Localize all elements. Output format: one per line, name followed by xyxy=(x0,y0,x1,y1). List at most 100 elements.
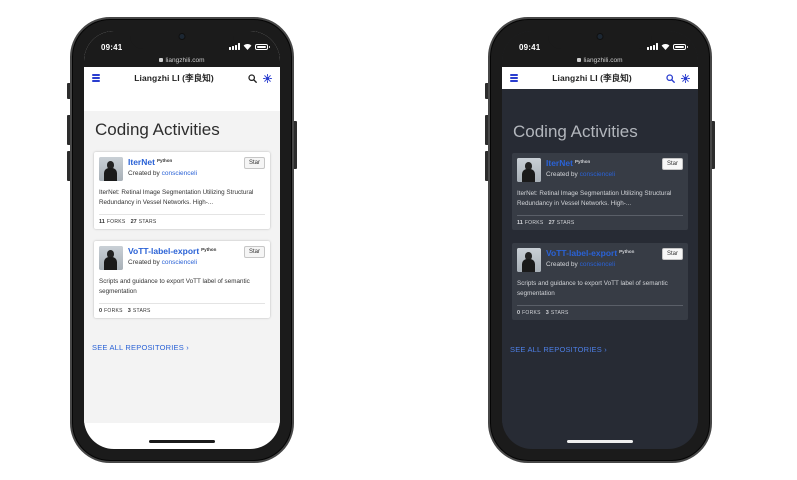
forks-count: 11 xyxy=(517,220,523,226)
camera-icon xyxy=(179,34,185,39)
navbar-actions xyxy=(248,73,272,83)
forks-count: 11 xyxy=(99,219,105,225)
status-time: 09:41 xyxy=(101,43,123,52)
phone-light-theme: 09:41 liangzhili.com Liangzhi LI (李良知) C… xyxy=(67,17,297,463)
site-title[interactable]: Liangzhi LI (李良知) xyxy=(552,72,632,84)
divider xyxy=(517,305,683,306)
created-by-label: Created by xyxy=(546,261,580,268)
navbar-actions xyxy=(666,73,690,83)
site-navbar: Liangzhi LI (李良知) xyxy=(84,67,280,89)
repo-name-link[interactable]: IterNet xyxy=(128,157,155,167)
stars-label: STARS xyxy=(132,308,151,314)
lock-icon xyxy=(577,58,582,62)
page-content: Coding Activities IterNet Python Created… xyxy=(84,89,280,449)
created-by-label: Created by xyxy=(546,171,580,178)
see-all-repositories-link[interactable]: SEE ALL REPOSITORIES › xyxy=(510,345,607,354)
top-strip xyxy=(502,89,698,111)
stars-label: STARS xyxy=(556,220,575,226)
repo-stats: 11 FORKS 27 STARS xyxy=(99,219,265,225)
hamburger-icon[interactable] xyxy=(92,74,100,82)
repo-card[interactable]: VoTT-label-export Python Created by cons… xyxy=(512,243,688,320)
repo-name-link[interactable]: VoTT-label-export xyxy=(128,246,199,256)
repo-stats: 0 FORKS 3 STARS xyxy=(99,308,265,314)
star-button[interactable]: Star xyxy=(243,246,265,258)
phone-screen: 09:41 liangzhili.com Liangzhi LI (李良知) C… xyxy=(502,31,698,449)
created-by-line: Created by conscienceli xyxy=(128,259,265,266)
battery-icon xyxy=(673,43,688,50)
phone-screen: 09:41 liangzhili.com Liangzhi LI (李良知) C… xyxy=(84,31,280,449)
site-navbar: Liangzhi LI (李良知) xyxy=(502,67,698,89)
url-text: liangzhili.com xyxy=(583,57,623,64)
repo-card[interactable]: IterNet Python Created by conscienceli S… xyxy=(94,152,270,229)
stars-count: 3 xyxy=(545,310,549,316)
stars-label: STARS xyxy=(550,310,569,316)
stars-stat: 3 STARS xyxy=(546,310,569,316)
see-all-repositories-link[interactable]: SEE ALL REPOSITORIES › xyxy=(92,343,189,352)
repo-stats: 0 FORKS 3 STARS xyxy=(517,310,683,316)
repo-language: Python xyxy=(619,249,635,254)
repo-stats: 11 FORKS 27 STARS xyxy=(517,220,683,226)
hamburger-icon[interactable] xyxy=(510,74,518,82)
top-strip xyxy=(84,89,280,111)
owner-avatar[interactable] xyxy=(517,248,541,272)
divider xyxy=(517,215,683,216)
camera-icon xyxy=(597,34,603,39)
forks-label: FORKS xyxy=(106,219,126,225)
owner-link[interactable]: conscienceli xyxy=(162,259,197,266)
stars-label: STARS xyxy=(138,219,157,225)
home-indicator[interactable] xyxy=(567,440,633,443)
star-button[interactable]: Star xyxy=(661,248,683,260)
url-text: liangzhili.com xyxy=(165,57,205,64)
owner-link[interactable]: conscienceli xyxy=(580,261,615,268)
owner-link[interactable]: conscienceli xyxy=(580,171,615,178)
owner-avatar[interactable] xyxy=(99,157,123,181)
owner-avatar[interactable] xyxy=(517,158,541,182)
forks-label: FORKS xyxy=(104,308,123,314)
home-indicator[interactable] xyxy=(149,440,215,443)
stars-count: 3 xyxy=(127,308,131,314)
created-by-line: Created by conscienceli xyxy=(546,261,683,268)
created-by-line: Created by conscienceli xyxy=(546,171,683,178)
search-icon[interactable] xyxy=(666,73,675,83)
repo-name-link[interactable]: IterNet xyxy=(546,158,573,168)
repo-language: Python xyxy=(201,247,217,252)
page-content: Coding Activities IterNet Python Created… xyxy=(502,89,698,449)
repo-card[interactable]: VoTT-label-export Python Created by cons… xyxy=(94,241,270,318)
repo-language: Python xyxy=(574,159,591,164)
phone-frame: 09:41 liangzhili.com Liangzhi LI (李良知) C… xyxy=(488,17,712,463)
stars-count: 27 xyxy=(548,220,555,226)
repo-card-header: IterNet Python Created by conscienceli S… xyxy=(517,158,683,182)
search-icon[interactable] xyxy=(248,73,257,83)
repo-card-header: VoTT-label-export Python Created by cons… xyxy=(517,248,683,272)
theme-toggle-icon[interactable] xyxy=(681,73,690,83)
star-button[interactable]: Star xyxy=(243,157,265,169)
repo-name-link[interactable]: VoTT-label-export xyxy=(546,248,617,258)
address-bar[interactable]: liangzhili.com xyxy=(502,57,698,64)
forks-count: 0 xyxy=(99,308,103,314)
forks-stat: 11 FORKS xyxy=(99,219,126,225)
star-button[interactable]: Star xyxy=(661,158,683,170)
repo-description: IterNet: Retinal Image Segmentation Util… xyxy=(99,189,254,206)
repo-card-header: IterNet Python Created by conscienceli S… xyxy=(99,157,265,181)
stars-count: 27 xyxy=(130,219,137,225)
created-by-label: Created by xyxy=(128,170,162,177)
owner-link[interactable]: conscienceli xyxy=(162,170,197,177)
notch xyxy=(130,31,234,49)
divider xyxy=(99,303,265,304)
created-by-line: Created by conscienceli xyxy=(128,170,265,177)
repo-description: Scripts and guidance to export VoTT labe… xyxy=(517,280,668,297)
forks-stat: 11 FORKS xyxy=(517,220,544,226)
owner-avatar[interactable] xyxy=(99,246,123,270)
lock-icon xyxy=(159,58,164,62)
phone-frame: 09:41 liangzhili.com Liangzhi LI (李良知) C… xyxy=(70,17,294,463)
forks-label: FORKS xyxy=(522,310,541,316)
site-title[interactable]: Liangzhi LI (李良知) xyxy=(134,72,214,84)
theme-toggle-icon[interactable] xyxy=(263,73,272,83)
status-time: 09:41 xyxy=(519,43,541,52)
repo-card[interactable]: IterNet Python Created by conscienceli S… xyxy=(512,153,688,230)
battery-icon xyxy=(255,43,270,50)
forks-label: FORKS xyxy=(524,220,544,226)
address-bar[interactable]: liangzhili.com xyxy=(84,57,280,64)
stars-stat: 27 STARS xyxy=(549,220,575,226)
section-heading: Coding Activities xyxy=(95,120,220,139)
